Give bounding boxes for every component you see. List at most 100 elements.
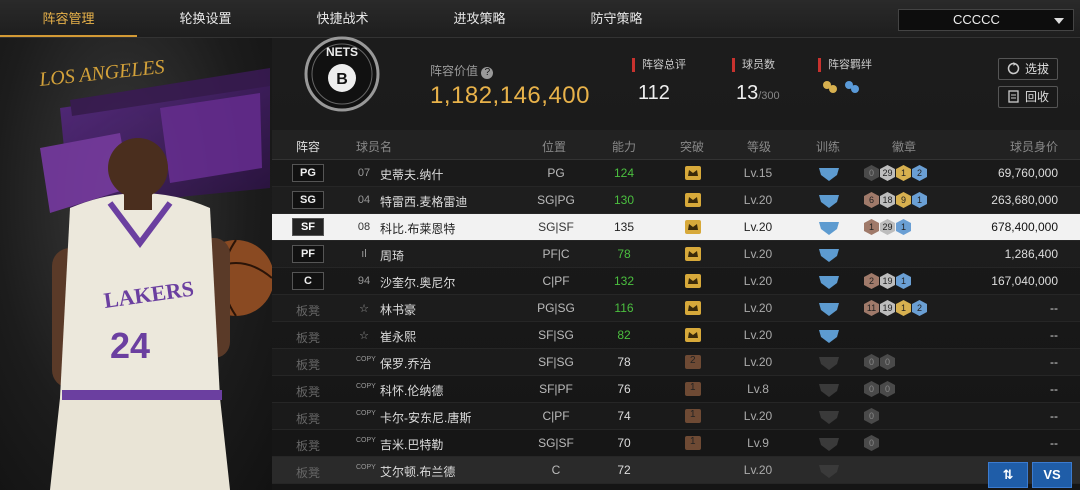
col-ability[interactable]: 能力: [612, 138, 636, 155]
lineup-rating-box: 阵容总评 112: [632, 58, 686, 105]
table-row[interactable]: C 94 沙奎尔.奥尼尔 C|PF 132 Lv.20 2 19 1 167,040,000: [272, 268, 1080, 295]
breakthrough-icon[interactable]: [684, 219, 702, 235]
tab-quick-tactics[interactable]: 快捷战术: [274, 0, 411, 37]
training-icon[interactable]: [817, 381, 841, 398]
roster-table: 阵容 球员名 位置 能力 突破 等级 训练 徽章 球员身价 PG 07 史蒂夫.纳什…: [272, 130, 1080, 484]
badge-list[interactable]: 1 29 1: [864, 219, 911, 236]
player-level: Lv.9: [747, 436, 769, 450]
vs-button[interactable]: VS: [1032, 462, 1072, 488]
player-name[interactable]: 科怀.伦纳德: [380, 382, 443, 399]
tab-offense-strategy[interactable]: 进攻策略: [411, 0, 548, 37]
breakthrough-icon[interactable]: [684, 300, 702, 316]
col-badges[interactable]: 徽章: [892, 138, 916, 155]
table-row[interactable]: 板凳 ☆ 林书豪 PG|SG 116 Lv.20 11 19 1 2 --: [272, 295, 1080, 322]
table-row[interactable]: SG 04 特雷西.麦格雷迪 SG|PG 130 Lv.20 6 18 9 1 263,680,00…: [272, 187, 1080, 214]
player-name[interactable]: 保罗.乔治: [380, 355, 431, 372]
training-icon[interactable]: [817, 273, 841, 290]
tab-rotation-settings[interactable]: 轮换设置: [137, 0, 274, 37]
breakthrough-icon[interactable]: [684, 165, 702, 181]
player-name[interactable]: 特雷西.麦格雷迪: [380, 193, 467, 210]
breakthrough-icon[interactable]: [684, 192, 702, 208]
badge-hex-icon: 2: [864, 273, 879, 289]
badge-list[interactable]: 0: [864, 435, 879, 452]
player-ability: 132: [613, 274, 635, 288]
select-players-button[interactable]: 选拔: [998, 58, 1058, 80]
col-position[interactable]: 位置: [542, 138, 566, 155]
player-level: Lv.15: [743, 166, 773, 180]
breakthrough-icon[interactable]: [684, 462, 702, 478]
badge-hex-icon: 19: [880, 273, 895, 289]
training-icon[interactable]: [817, 246, 841, 263]
player-name[interactable]: 沙奎尔.奥尼尔: [380, 274, 455, 291]
badge-list[interactable]: 2 19 1: [864, 273, 911, 290]
player-name[interactable]: 林书豪: [380, 301, 416, 318]
tab-defense-strategy[interactable]: 防守策略: [548, 0, 685, 37]
badge-list[interactable]: 11 19 1 2: [864, 300, 927, 317]
training-icon[interactable]: [817, 300, 841, 317]
training-icon[interactable]: [817, 192, 841, 209]
table-row[interactable]: 板凳 ☆ 崔永熙 SF|SG 82 Lv.20 --: [272, 322, 1080, 349]
document-icon: [1008, 90, 1019, 103]
badge-hex-icon: 1: [896, 273, 911, 289]
player-name[interactable]: 周琦: [380, 247, 404, 264]
team-select-dropdown[interactable]: CCCCC: [898, 9, 1074, 31]
breakthrough-count: 1: [690, 382, 696, 393]
roster-rows: PG 07 史蒂夫.纳什 PG 124 Lv.15 0 29 1 2 69,760,000 SG 04 特…: [272, 160, 1080, 484]
recycle-button[interactable]: 回收: [998, 86, 1058, 108]
breakthrough-icon[interactable]: [684, 273, 702, 289]
bond-blue-icon[interactable]: [844, 80, 860, 96]
table-row[interactable]: PF ıl 周琦 PF|C 78 Lv.20 1,286,400: [272, 241, 1080, 268]
player-name[interactable]: 艾尔顿.布兰德: [380, 463, 455, 480]
breakthrough-icon[interactable]: [684, 327, 702, 343]
help-icon[interactable]: ?: [481, 67, 494, 79]
table-row[interactable]: 板凳 COPY 保罗.乔治 SF|SG 78 2 Lv.20 0 0 --: [272, 349, 1080, 376]
breakthrough-icon[interactable]: [684, 246, 702, 262]
top-nav: 阵容管理 轮换设置 快捷战术 进攻策略 防守策略 CCCCC: [0, 0, 1080, 38]
player-level: Lv.20: [743, 463, 773, 477]
training-icon[interactable]: [817, 219, 841, 236]
badge-list[interactable]: 00: [864, 381, 895, 398]
table-row[interactable]: 板凳 COPY 卡尔-安东尼.唐斯 C|PF 74 1 Lv.20 0 --: [272, 403, 1080, 430]
player-level: Lv.20: [743, 328, 773, 342]
nets-logo-icon: NETS B: [304, 36, 380, 112]
player-name[interactable]: 崔永熙: [380, 328, 416, 345]
player-name[interactable]: 吉米.巴特勒: [380, 436, 443, 453]
swap-button[interactable]: ⇅: [988, 462, 1028, 488]
training-icon[interactable]: [817, 327, 841, 344]
player-name[interactable]: 卡尔-安东尼.唐斯: [380, 409, 471, 426]
table-row[interactable]: PG 07 史蒂夫.纳什 PG 124 Lv.15 0 29 1 2 69,760,000: [272, 160, 1080, 187]
player-name[interactable]: 科比.布莱恩特: [380, 220, 455, 237]
col-price[interactable]: 球员身价: [1010, 138, 1058, 155]
col-breakthrough[interactable]: 突破: [680, 138, 704, 155]
badge-list[interactable]: 0: [864, 408, 879, 425]
player-position: C: [551, 463, 561, 477]
tab-lineup-management[interactable]: 阵容管理: [0, 0, 137, 37]
player-name[interactable]: 史蒂夫.纳什: [380, 166, 443, 183]
player-count-max: /300: [758, 90, 780, 102]
bond-gold-icon[interactable]: [822, 80, 838, 96]
player-price: 167,040,000: [991, 274, 1058, 288]
lineup-value-label: 阵容价值 ?: [430, 62, 494, 79]
training-icon[interactable]: [817, 165, 841, 182]
table-row[interactable]: 板凳 COPY 艾尔顿.布兰德 C 72 Lv.20: [272, 457, 1080, 484]
table-row[interactable]: 板凳 COPY 科怀.伦纳德 SF|PF 76 1 Lv.8 0 0 --: [272, 376, 1080, 403]
training-icon[interactable]: [817, 435, 841, 452]
badge-list[interactable]: 0 29 1 2: [864, 165, 927, 182]
training-icon[interactable]: [817, 354, 841, 371]
table-row[interactable]: 板凳 COPY 吉米.巴特勒 SG|SF 70 1 Lv.9 0 --: [272, 430, 1080, 457]
player-price: --: [1050, 355, 1058, 369]
badge-list[interactable]: 6 18 9 1: [864, 192, 927, 209]
col-level[interactable]: 等级: [747, 138, 771, 155]
player-ability: 124: [613, 166, 635, 180]
player-price: --: [1050, 301, 1058, 315]
recycle-label: 回收: [1025, 90, 1050, 104]
badge-hex-icon: 0: [864, 408, 879, 424]
col-training[interactable]: 训练: [816, 138, 840, 155]
badge-list[interactable]: 00: [864, 354, 895, 371]
training-icon[interactable]: [817, 462, 841, 479]
svg-text:24: 24: [110, 325, 150, 366]
training-icon[interactable]: [817, 408, 841, 425]
copy-card-icon: COPY: [356, 383, 376, 390]
player-position: SG|PG: [537, 193, 575, 207]
table-row[interactable]: SF 08 科比.布莱恩特 SG|SF 135 Lv.20 1 29 1 678,400,000: [272, 214, 1080, 241]
